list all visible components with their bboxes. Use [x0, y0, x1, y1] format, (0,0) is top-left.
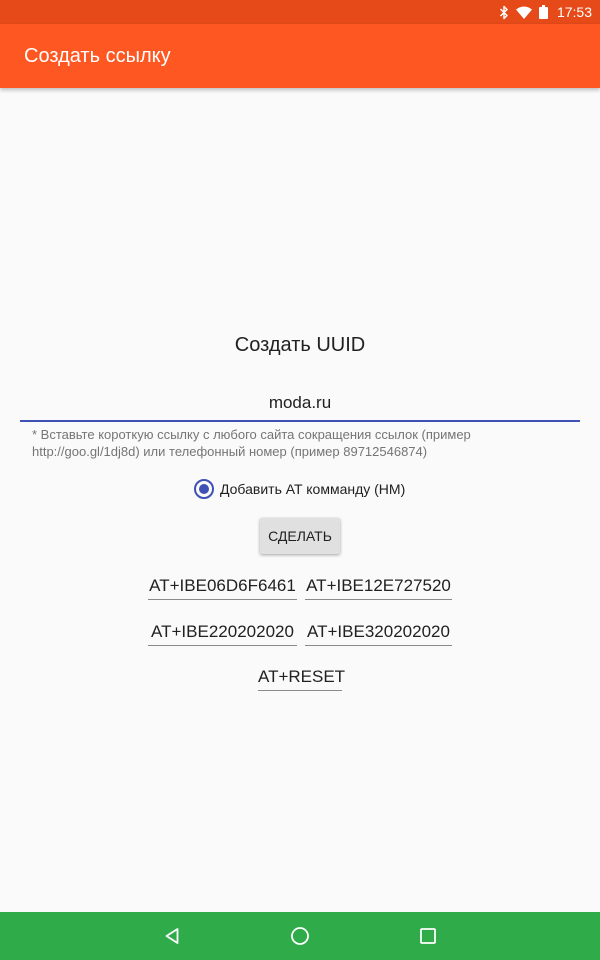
radio-label: Добавить AT комманду (НМ)	[220, 481, 406, 497]
url-input[interactable]	[20, 386, 580, 422]
wifi-icon	[515, 6, 532, 19]
hint-text: * Вставьте короткую ссылку с любого сайт…	[32, 427, 471, 459]
app-title: Создать ссылку	[24, 45, 171, 67]
app-bar: Создать ссылку	[0, 24, 600, 88]
at-command-link-1[interactable]: AT+IBE06D6F6461	[148, 573, 297, 600]
status-bar: 17:53	[0, 0, 600, 24]
back-icon[interactable]	[162, 926, 182, 946]
battery-icon	[538, 5, 548, 19]
at-command-link-2[interactable]: AT+IBE12E727520	[305, 573, 452, 600]
radio-checked-dot	[199, 484, 209, 494]
status-icons: 17:53	[499, 0, 592, 24]
status-time: 17:53	[556, 4, 592, 20]
add-at-command-radio[interactable]: Добавить AT комманду (НМ)	[194, 478, 405, 500]
page-heading: Создать UUID	[234, 334, 366, 356]
navigation-bar	[0, 912, 600, 960]
make-button[interactable]: СДЕЛАТЬ	[260, 518, 340, 554]
bluetooth-icon	[499, 5, 508, 19]
at-command-link-3[interactable]: AT+IBE220202020	[148, 619, 297, 646]
recents-icon[interactable]	[418, 926, 438, 946]
home-icon[interactable]	[290, 926, 310, 946]
at-reset-link[interactable]: AT+RESET	[258, 664, 345, 691]
at-command-link-4[interactable]: AT+IBE320202020	[305, 619, 452, 646]
radio-button-icon[interactable]	[194, 479, 214, 499]
